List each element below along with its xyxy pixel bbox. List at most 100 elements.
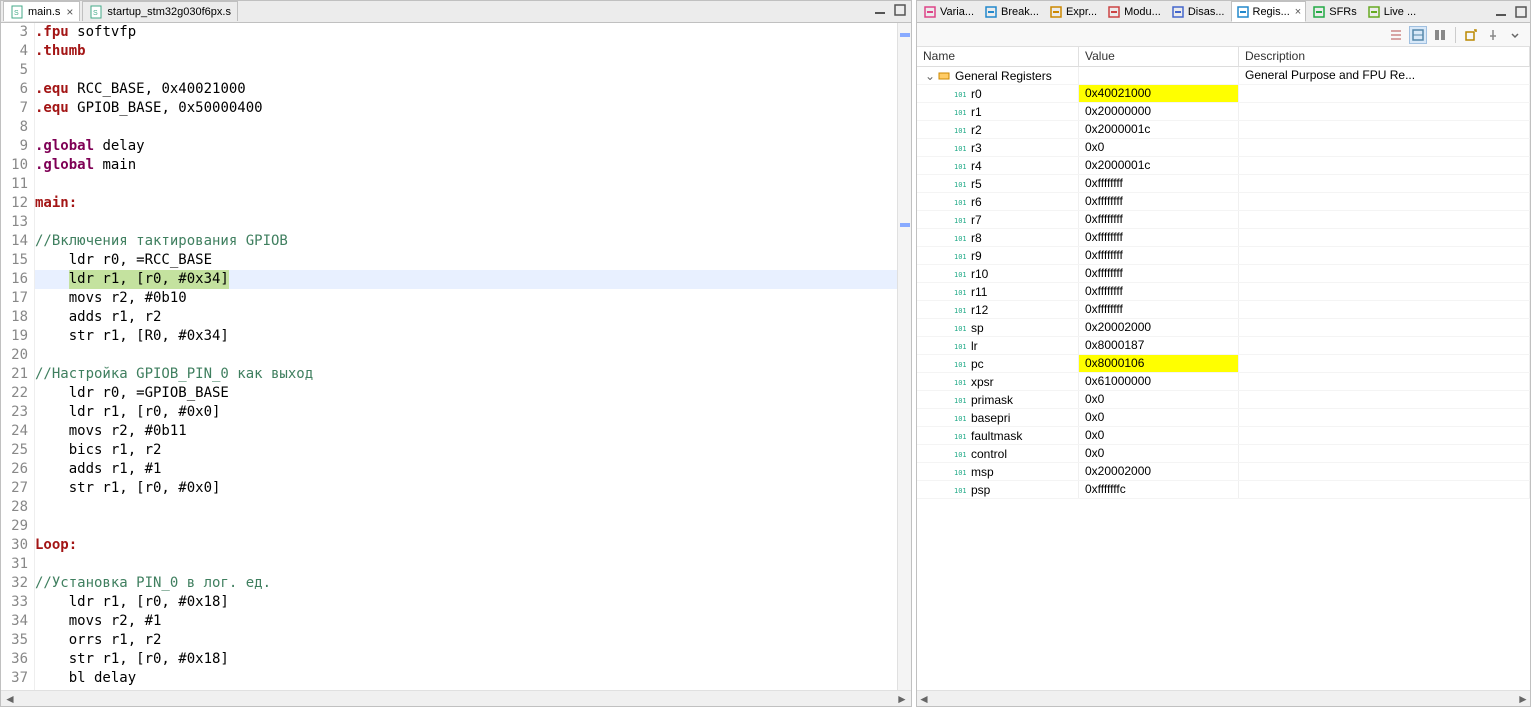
register-value[interactable]: 0xfffffffc xyxy=(1079,481,1239,498)
code-line[interactable]: ldr r1, [r0, #0x34] xyxy=(35,270,897,289)
register-row[interactable]: 1010psp0xfffffffc xyxy=(917,481,1530,499)
code-line[interactable] xyxy=(35,346,897,365)
register-row[interactable]: 1010basepri0x0 xyxy=(917,409,1530,427)
code-line[interactable]: //Включения тактирования GPIOB xyxy=(35,232,897,251)
register-value[interactable]: 0xffffffff xyxy=(1079,211,1239,228)
register-value[interactable]: 0x0 xyxy=(1079,445,1239,462)
scroll-right-icon[interactable]: ► xyxy=(895,692,909,706)
scroll-right-icon[interactable]: ► xyxy=(1516,692,1530,706)
register-value[interactable]: 0xffffffff xyxy=(1079,247,1239,264)
code-line[interactable]: movs r2, #1 xyxy=(35,612,897,631)
column-name[interactable]: Name xyxy=(917,47,1079,66)
register-row[interactable]: 1010r70xffffffff xyxy=(917,211,1530,229)
code-line[interactable]: adds r1, #1 xyxy=(35,460,897,479)
code-line[interactable]: //Настройка GPIOB_PIN_0 как выход xyxy=(35,365,897,384)
new-window-icon[interactable] xyxy=(1462,26,1480,44)
show-changed-icon[interactable] xyxy=(1409,26,1427,44)
minimize-icon[interactable] xyxy=(873,3,887,17)
register-row[interactable]: 1010sp0x20002000 xyxy=(917,319,1530,337)
register-value[interactable]: 0x20002000 xyxy=(1079,463,1239,480)
register-row[interactable]: 1010r100xffffffff xyxy=(917,265,1530,283)
code-line[interactable]: bl delay xyxy=(35,669,897,688)
code-line[interactable]: ldr r0, =GPIOB_BASE xyxy=(35,384,897,403)
register-row[interactable]: 1010r80xffffffff xyxy=(917,229,1530,247)
debug-tab-reg[interactable]: Regis...× xyxy=(1231,1,1307,22)
register-value[interactable]: 0x8000106 xyxy=(1079,355,1239,372)
scroll-left-icon[interactable]: ◄ xyxy=(3,692,17,706)
code-line[interactable]: //Установка PIN_0 в лог. ед. xyxy=(35,574,897,593)
code-line[interactable]: Loop: xyxy=(35,536,897,555)
register-value[interactable]: 0xffffffff xyxy=(1079,283,1239,300)
close-icon[interactable]: × xyxy=(1295,6,1301,18)
code-line[interactable]: adds r1, r2 xyxy=(35,308,897,327)
code-line[interactable]: movs r2, #0b10 xyxy=(35,289,897,308)
register-row[interactable]: 1010primask0x0 xyxy=(917,391,1530,409)
register-row[interactable]: 1010faultmask0x0 xyxy=(917,427,1530,445)
editor-tab[interactable]: Smain.s× xyxy=(3,1,80,21)
overview-ruler[interactable] xyxy=(897,23,911,690)
collapse-all-icon[interactable] xyxy=(1387,26,1405,44)
register-row[interactable]: 1010r30x0 xyxy=(917,139,1530,157)
column-description[interactable]: Description xyxy=(1239,47,1530,66)
editor-body[interactable]: 3456789101112131415161718192021222324252… xyxy=(1,23,911,690)
debug-tab-var[interactable]: Varia... xyxy=(919,1,978,22)
register-value[interactable]: 0x40021000 xyxy=(1079,85,1239,102)
register-value[interactable]: 0x61000000 xyxy=(1079,373,1239,390)
code-line[interactable]: .equ RCC_BASE, 0x40021000 xyxy=(35,80,897,99)
register-value[interactable]: 0x2000001c xyxy=(1079,121,1239,138)
register-value[interactable]: 0x8000187 xyxy=(1079,337,1239,354)
code-line[interactable]: ldr r0, =RCC_BASE xyxy=(35,251,897,270)
register-value[interactable]: 0xffffffff xyxy=(1079,301,1239,318)
chevron-down-icon[interactable]: ⌄ xyxy=(923,69,937,83)
register-row[interactable]: 1010xpsr0x61000000 xyxy=(917,373,1530,391)
layout-icon[interactable] xyxy=(1431,26,1449,44)
register-group-row[interactable]: ⌄General RegistersGeneral Purpose and FP… xyxy=(917,67,1530,85)
register-value[interactable]: 0x0 xyxy=(1079,427,1239,444)
code-line[interactable] xyxy=(35,61,897,80)
code-line[interactable]: .global delay xyxy=(35,137,897,156)
register-row[interactable]: 1010r20x2000001c xyxy=(917,121,1530,139)
register-row[interactable]: 1010r60xffffffff xyxy=(917,193,1530,211)
code-line[interactable] xyxy=(35,517,897,536)
code-line[interactable] xyxy=(35,555,897,574)
pin-icon[interactable] xyxy=(1484,26,1502,44)
code-line[interactable] xyxy=(35,498,897,517)
debug-tab-live[interactable]: Live ... xyxy=(1363,1,1420,22)
code-line[interactable]: str r1, [R0, #0x34] xyxy=(35,327,897,346)
code-line[interactable]: bics r1, r2 xyxy=(35,441,897,460)
register-row[interactable]: 1010r00x40021000 xyxy=(917,85,1530,103)
register-value[interactable]: 0xffffffff xyxy=(1079,175,1239,192)
register-value[interactable]: 0xffffffff xyxy=(1079,193,1239,210)
register-row[interactable]: 1010lr0x8000187 xyxy=(917,337,1530,355)
code-line[interactable] xyxy=(35,213,897,232)
register-row[interactable]: 1010control0x0 xyxy=(917,445,1530,463)
registers-table[interactable]: Name Value Description ⌄General Register… xyxy=(917,47,1530,690)
register-value[interactable]: 0x0 xyxy=(1079,409,1239,426)
column-value[interactable]: Value xyxy=(1079,47,1239,66)
maximize-icon[interactable] xyxy=(893,3,907,17)
register-value[interactable]: 0x0 xyxy=(1079,391,1239,408)
close-icon[interactable]: × xyxy=(66,5,73,19)
maximize-icon[interactable] xyxy=(1514,5,1528,19)
register-row[interactable]: 1010r110xffffffff xyxy=(917,283,1530,301)
code-line[interactable]: orrs r1, r2 xyxy=(35,631,897,650)
minimize-icon[interactable] xyxy=(1494,5,1508,19)
register-row[interactable]: 1010msp0x20002000 xyxy=(917,463,1530,481)
code-line[interactable]: movs r2, #0b11 xyxy=(35,422,897,441)
view-menu-icon[interactable] xyxy=(1506,26,1524,44)
register-value[interactable]: 0x20000000 xyxy=(1079,103,1239,120)
register-row[interactable]: 1010r50xffffffff xyxy=(917,175,1530,193)
editor-h-scrollbar[interactable]: ◄ ► xyxy=(1,690,911,706)
registers-h-scrollbar[interactable]: ◄ ► xyxy=(917,690,1530,706)
debug-tab-sfr[interactable]: SFRs xyxy=(1308,1,1361,22)
code-line[interactable]: str r1, [r0, #0x18] xyxy=(35,650,897,669)
code-line[interactable]: main: xyxy=(35,194,897,213)
code-line[interactable]: ldr r1, [r0, #0x18] xyxy=(35,593,897,612)
register-value[interactable]: 0xffffffff xyxy=(1079,229,1239,246)
register-row[interactable]: 1010pc0x8000106 xyxy=(917,355,1530,373)
register-value[interactable]: 0x0 xyxy=(1079,139,1239,156)
code-line[interactable] xyxy=(35,118,897,137)
code-line[interactable]: .thumb xyxy=(35,42,897,61)
code-line[interactable]: .equ GPIOB_BASE, 0x50000400 xyxy=(35,99,897,118)
editor-tab[interactable]: Sstartup_stm32g030f6px.s xyxy=(82,1,238,21)
